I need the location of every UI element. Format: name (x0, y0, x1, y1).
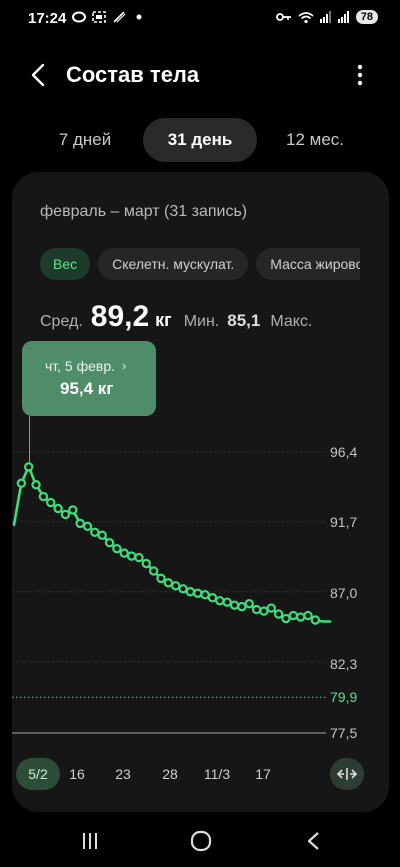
x-axis: 5/2 16 23 28 11/3 17 (12, 758, 389, 790)
data-point (207, 593, 218, 603)
signal-icon (337, 11, 349, 23)
x-tick-label[interactable]: 23 (109, 758, 137, 790)
y-tick-label: 91,7 (330, 514, 358, 530)
x-tick-label[interactable]: 11/3 (200, 758, 234, 790)
y-tick-label: 77,5 (330, 725, 358, 741)
data-point (90, 527, 100, 537)
status-left-icons (72, 11, 146, 23)
period-tabs: 7 дней 31 день 12 мес. (0, 118, 400, 164)
status-right-icons: 78 (275, 10, 378, 24)
tab-7-days[interactable]: 7 дней (44, 118, 126, 162)
data-point (60, 509, 71, 520)
back-nav-button[interactable] (299, 828, 329, 854)
data-point (237, 601, 247, 612)
data-point (141, 558, 151, 569)
y-tick-label: 96,4 (330, 444, 358, 460)
data-point (46, 497, 56, 508)
x-tick-label[interactable]: 28 (156, 758, 184, 790)
data-point (251, 604, 262, 615)
data-point (148, 566, 159, 576)
recent-apps-button[interactable] (75, 828, 105, 854)
app-header: Состав тела (0, 52, 400, 98)
system-nav-bar (0, 820, 400, 867)
data-point (163, 578, 174, 588)
data-point (112, 543, 122, 554)
chevron-right-icon: › (122, 358, 127, 373)
data-point (104, 537, 115, 548)
data-tooltip[interactable]: чт, 5 февр. › 95,4 кг (22, 341, 156, 416)
tooltip-date: чт, 5 февр. (45, 358, 116, 374)
data-point (134, 552, 144, 563)
screenshot-icon (92, 11, 106, 23)
data-point (281, 613, 291, 624)
data-point (273, 609, 284, 619)
x-tick-label[interactable]: 17 (249, 758, 277, 790)
back-button[interactable] (24, 60, 54, 90)
data-point (170, 581, 181, 591)
tooltip-stem (29, 416, 30, 464)
data-point (31, 480, 41, 490)
x-tick-label[interactable]: 5/2 (16, 758, 60, 790)
status-bar: 17:24 78 (0, 0, 400, 38)
key-icon (275, 13, 291, 21)
tooltip-value: 95,4 кг (60, 379, 114, 398)
expand-horizontal-icon (337, 768, 357, 780)
data-point (82, 521, 93, 532)
data-point (38, 491, 49, 502)
battery-indicator: 78 (355, 10, 378, 24)
home-icon (190, 830, 212, 852)
recent-apps-icon (83, 833, 97, 849)
y-tick-label: 87,0 (330, 585, 358, 601)
data-point (75, 518, 85, 529)
data-point (185, 587, 196, 597)
data-point (16, 478, 27, 488)
expand-chart-button[interactable] (330, 758, 364, 790)
x-tick-label[interactable]: 16 (63, 758, 91, 790)
back-icon (307, 832, 319, 850)
dot-icon (136, 14, 142, 20)
more-options-button[interactable] (350, 62, 370, 88)
goal-label: 79,9 (330, 689, 358, 705)
data-point (303, 610, 313, 621)
tab-31-days[interactable]: 31 день (143, 118, 257, 162)
data-point (193, 588, 203, 598)
data-point (53, 503, 63, 514)
data-point (310, 615, 321, 625)
y-tick-label: 82,3 (330, 656, 358, 672)
data-point (178, 584, 188, 594)
stylus-icon (113, 11, 126, 23)
wifi-icon (298, 11, 314, 23)
data-point (266, 603, 276, 613)
data-point (200, 590, 210, 600)
data-point (288, 610, 298, 621)
data-point (126, 551, 137, 561)
data-point (24, 462, 34, 472)
tab-12-months[interactable]: 12 мес. (272, 118, 358, 162)
data-point (97, 530, 107, 540)
data-point (259, 606, 269, 616)
o-ring-icon (72, 11, 86, 23)
data-point (156, 573, 166, 584)
data-point (222, 597, 232, 607)
data-point (244, 598, 254, 609)
data-point (229, 600, 240, 610)
data-point (119, 548, 129, 558)
status-time: 17:24 (28, 10, 67, 27)
data-point (295, 612, 306, 622)
home-button[interactable] (186, 828, 216, 854)
data-point (68, 505, 78, 515)
data-point (215, 595, 225, 606)
page-title: Состав тела (66, 62, 200, 87)
body-composition-card: февраль – март (31 запись) Вес Скелетн. м… (12, 172, 389, 812)
signal-icon (319, 11, 331, 23)
chevron-left-icon (31, 63, 45, 87)
weight-series-line (12, 465, 332, 623)
more-vertical-icon (357, 64, 363, 86)
weight-line-chart[interactable] (12, 172, 389, 812)
